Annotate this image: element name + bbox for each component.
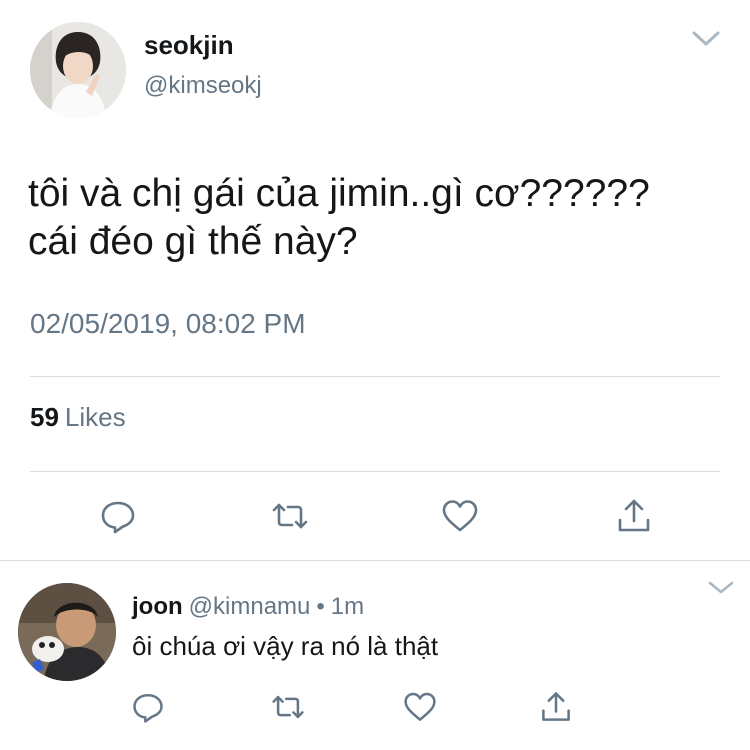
chevron-down-icon[interactable] xyxy=(706,577,736,597)
divider xyxy=(30,471,720,472)
reply-icon[interactable] xyxy=(130,689,166,725)
avatar[interactable] xyxy=(18,583,116,681)
chevron-down-icon[interactable] xyxy=(690,26,722,50)
tweet-timestamp[interactable]: 02/05/2019, 08:02 PM xyxy=(30,308,306,340)
share-icon[interactable] xyxy=(538,689,574,725)
like-icon[interactable] xyxy=(440,496,480,536)
separator-dot: • xyxy=(316,593,325,620)
likes-label: Likes xyxy=(64,402,126,432)
likes-count[interactable]: 59 Likes xyxy=(30,402,126,433)
reply-icon[interactable] xyxy=(98,496,138,536)
main-tweet: seokjin @kimseokj tôi và chị gái của jim… xyxy=(0,0,750,560)
user-handle[interactable]: @kimseokj xyxy=(144,72,262,100)
tweet-text-line: cái đéo gì thế này? xyxy=(28,220,358,263)
reply-display-name[interactable]: joon xyxy=(132,593,183,620)
reply-time[interactable]: 1m xyxy=(331,593,364,620)
likes-number: 59 xyxy=(30,402,59,432)
display-name[interactable]: seokjin xyxy=(144,30,234,61)
divider xyxy=(30,376,720,377)
like-icon[interactable] xyxy=(402,689,438,725)
retweet-icon[interactable] xyxy=(270,689,306,725)
reply-tweet: joon @kimnamu • 1m ôi chúa ơi vậy ra nó là … xyxy=(0,561,750,750)
reply-handle[interactable]: @kimnamu xyxy=(189,593,311,620)
tweet-text: tôi và chị gái của jimin..gì cơ?????? cá… xyxy=(28,170,728,266)
reply-text: ôi chúa ơi vậy ra nó là thật xyxy=(132,631,439,661)
tweet-text-line: tôi và chị gái của jimin..gì cơ?????? xyxy=(28,172,650,215)
avatar[interactable] xyxy=(30,22,126,118)
share-icon[interactable] xyxy=(614,496,654,536)
reply-header: joon @kimnamu • 1m xyxy=(132,593,364,621)
retweet-icon[interactable] xyxy=(270,496,310,536)
